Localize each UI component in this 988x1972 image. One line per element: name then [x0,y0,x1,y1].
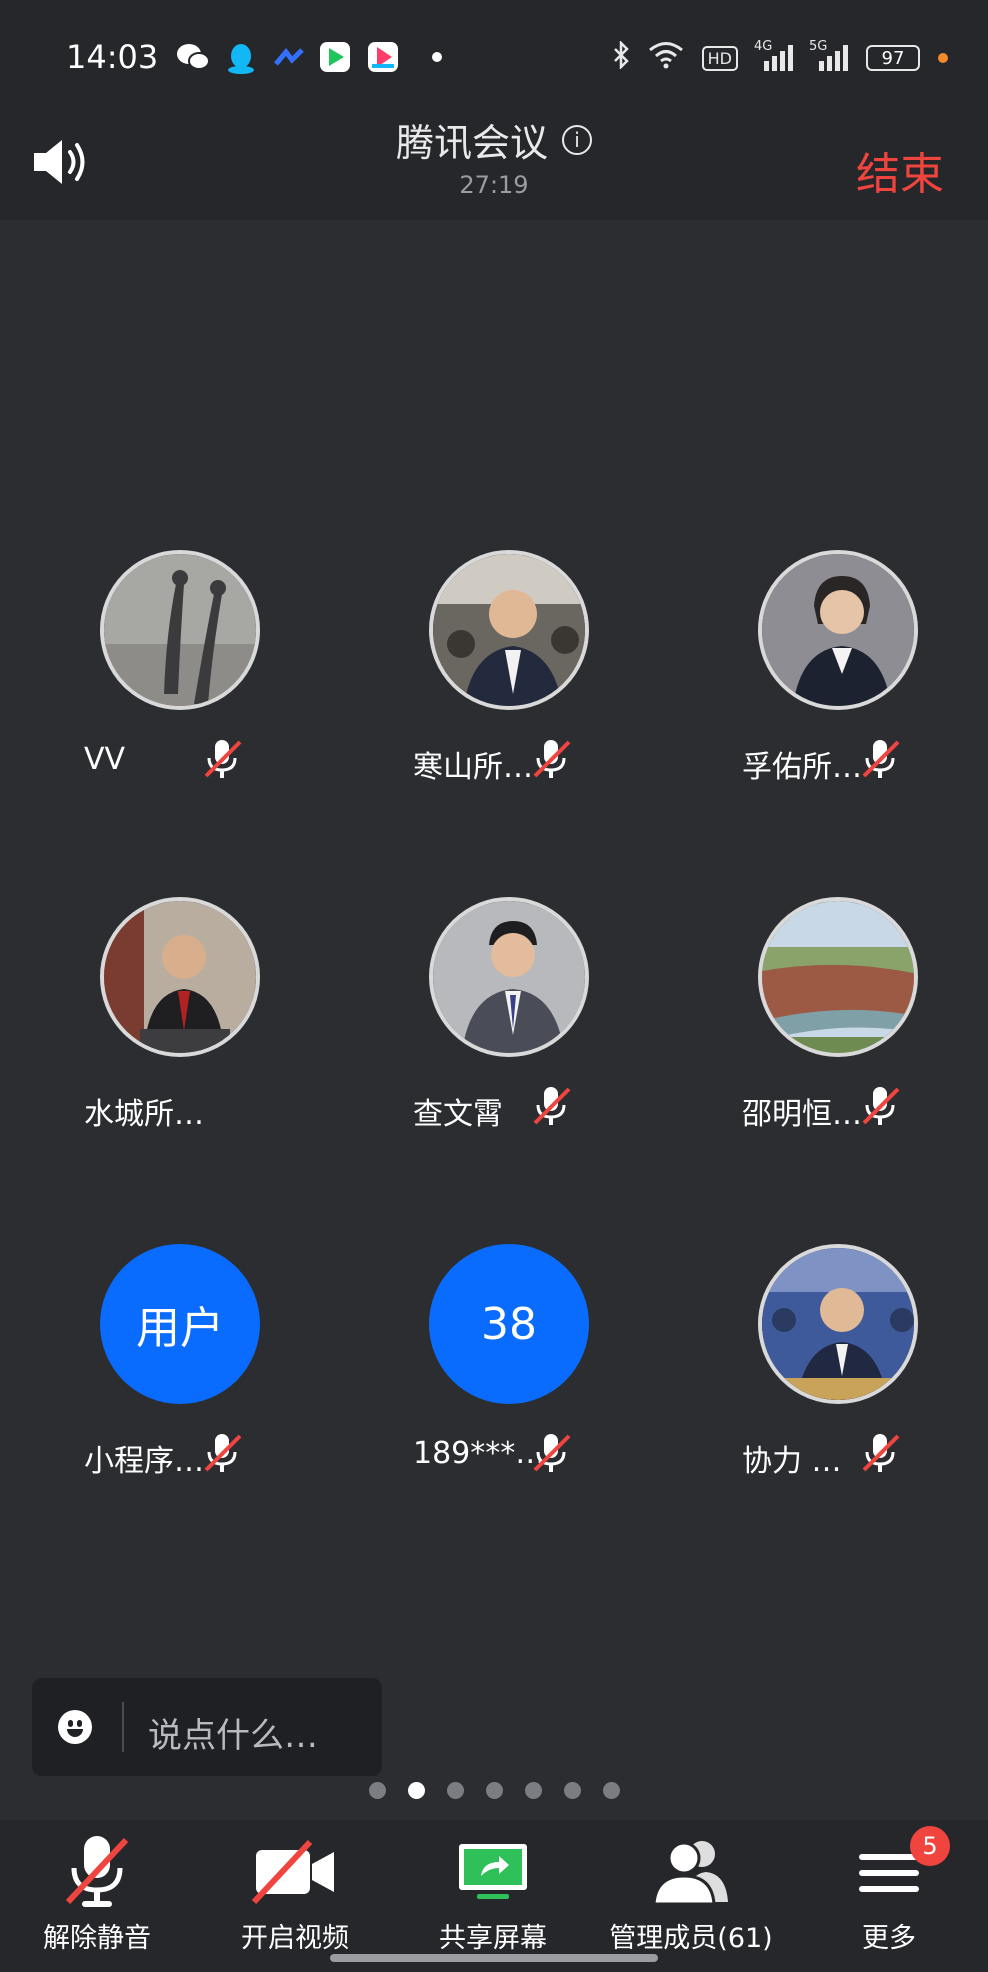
participant-tile[interactable]: 用户 小程序… [0,1244,330,1484]
meeting-timer: 27:19 [459,171,529,199]
page-dot[interactable] [563,1782,581,1799]
mic-muted-icon [860,1083,902,1129]
title-block: 腾讯会议 i 27:19 [0,112,988,199]
chat-input[interactable]: 说点什么… [32,1678,382,1776]
start-video-button[interactable]: 开启视频 [200,1832,390,1962]
status-right: HD 4G 5G 97 [612,39,948,76]
emoji-icon[interactable] [58,1710,92,1744]
avatar [429,897,589,1057]
avatar-initials: 用户 [100,1244,260,1404]
feishu-icon [274,42,304,72]
status-bar: 14:03 HD 4G 5G 97 [0,0,988,110]
unmute-button[interactable]: 解除静音 [2,1832,192,1962]
mic-muted-icon [531,1083,573,1129]
mic-muted-icon [860,1430,902,1476]
share-screen-label: 共享屏幕 [439,1923,547,1954]
info-icon[interactable]: i [562,124,592,155]
participant-tile[interactable]: 寒山所… [329,550,659,790]
bottom-toolbar: 解除静音 开启视频 共享屏幕 管理成员(61) 5 更多 [0,1820,988,1972]
page-dot[interactable] [485,1782,503,1799]
avatar [758,1244,918,1404]
bluetooth-icon [612,39,630,75]
home-indicator[interactable] [330,1954,658,1962]
avatar [100,550,260,710]
mic-muted-icon [860,736,902,782]
participant-tile[interactable]: VV [0,550,330,790]
mic-muted-icon [202,1430,244,1476]
mic-off-icon [65,1836,129,1907]
participant-name: 189***… [413,1436,546,1471]
participant-name: 寒山所… [413,750,533,785]
participant-name: VV [84,742,126,777]
manage-members-label: 管理成员(61) [609,1923,773,1954]
wifi-icon [648,41,684,75]
music-app-icon [368,42,398,72]
avatar [100,897,260,1057]
page-dot[interactable] [524,1782,542,1799]
members-icon [652,1841,728,1906]
page-dot[interactable] [368,1782,386,1799]
meeting-title[interactable]: 腾讯会议 [396,112,548,167]
unmute-label: 解除静音 [43,1923,151,1954]
signal-4g-icon: 4G [754,39,793,71]
more-button[interactable]: 5 更多 [794,1826,984,1962]
manage-members-button[interactable]: 管理成员(61) [596,1832,786,1962]
end-meeting-button[interactable]: 结束 [856,138,944,202]
hd-indicator: HD [701,45,738,71]
page-indicator[interactable] [0,1782,988,1799]
participant-tile[interactable]: 水城所… [0,897,330,1137]
participant-tile[interactable]: 协力 … [658,1244,988,1484]
participant-name: 水城所… [84,1097,204,1132]
wechat-icon [176,42,210,72]
participant-tile[interactable]: 38 189***… [329,1244,659,1484]
share-screen-button[interactable]: 共享屏幕 [398,1832,588,1962]
video-off-icon [251,1839,334,1905]
start-video-label: 开启视频 [241,1923,349,1954]
mic-muted-icon [531,1430,573,1476]
participant-name: 孚佑所… [742,750,862,785]
mic-muted-icon [202,736,244,782]
recording-indicator-dot [938,53,948,63]
participant-name: 邵明恒… [742,1097,862,1132]
battery-indicator: 97 [866,45,920,71]
page-dot[interactable] [602,1782,620,1799]
signal-5g-icon: 5G [809,39,848,71]
more-label: 更多 [862,1923,916,1954]
share-screen-icon [459,1844,527,1899]
chat-placeholder: 说点什么… [148,1716,318,1756]
page-dot-active[interactable] [407,1782,425,1799]
avatar [758,550,918,710]
mic-muted-icon [531,736,573,782]
meeting-header: 腾讯会议 i 27:19 结束 [0,110,988,220]
participant-name: 协力 … [742,1444,842,1479]
video-app-icon [320,42,350,72]
participant-tile[interactable]: 查文霄 [329,897,659,1137]
divider [122,1702,124,1752]
page-dot[interactable] [446,1782,464,1799]
participant-tile[interactable]: 邵明恒… [658,897,988,1137]
notification-dot [432,52,442,62]
participant-tile[interactable]: 孚佑所… [658,550,988,790]
participant-name: 小程序… [84,1444,204,1479]
avatar [429,550,589,710]
status-time: 14:03 [66,38,159,76]
more-badge: 5 [910,1826,950,1866]
qq-icon [226,42,256,74]
participant-name: 查文霄 [413,1097,503,1132]
avatar-initials: 38 [429,1244,589,1404]
avatar [758,897,918,1057]
